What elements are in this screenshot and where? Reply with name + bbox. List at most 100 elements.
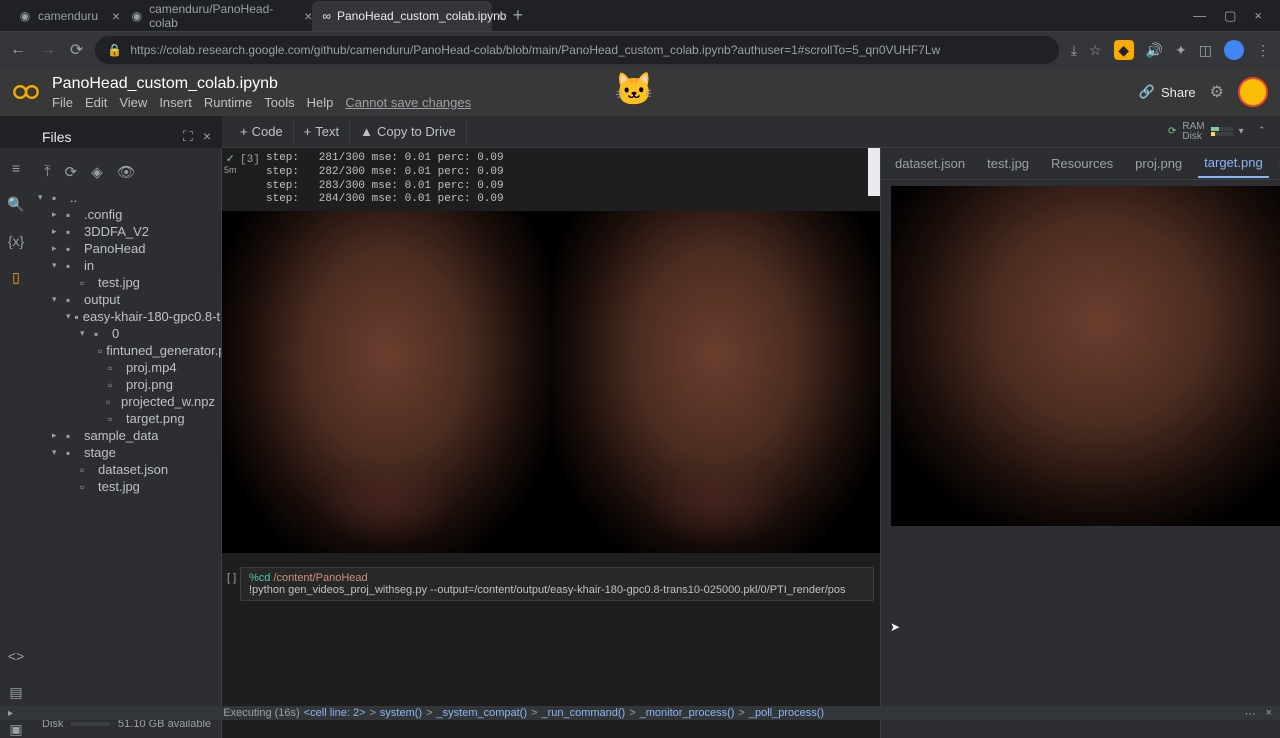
colab-logo-icon[interactable]: [12, 78, 40, 106]
colab-header: PanoHead_custom_colab.ipynb File Edit Vi…: [0, 68, 1280, 116]
tab-close-icon[interactable]: ×: [496, 8, 504, 24]
reload-icon[interactable]: ⟳: [70, 40, 83, 60]
browser-tab[interactable]: ◉ camenduru: [8, 1, 108, 31]
file-name: ..: [70, 190, 77, 205]
file-icon: ▫: [108, 378, 122, 392]
folder-row[interactable]: ▸▪3DDFA_V2: [32, 223, 221, 240]
folder-row[interactable]: ▾▪easy-khair-180-gpc0.8-trans10-...: [32, 308, 221, 325]
file-row[interactable]: ▫test.jpg: [32, 478, 221, 495]
maximize-icon[interactable]: ▢: [1224, 8, 1236, 24]
code-icon[interactable]: <>: [8, 648, 24, 664]
chevron-icon: ▸: [52, 226, 62, 237]
window-controls: — ▢ ×: [1193, 8, 1272, 24]
stack-crumb[interactable]: system(): [380, 707, 422, 719]
close-window-icon[interactable]: ×: [1254, 8, 1262, 24]
menu-view[interactable]: View: [119, 95, 147, 110]
file-row[interactable]: ▫dataset.json: [32, 461, 221, 478]
file-row[interactable]: ▫target.png: [32, 410, 221, 427]
upload-icon[interactable]: ⤒: [44, 163, 51, 181]
menu-help[interactable]: Help: [307, 95, 334, 110]
menu-icon[interactable]: ⋮: [1256, 42, 1270, 59]
file-row[interactable]: ▫proj.png: [32, 376, 221, 393]
variables-icon[interactable]: {x}: [8, 233, 24, 249]
files-tab-icon[interactable]: ▯: [12, 269, 20, 286]
tab-close-icon[interactable]: ×: [112, 8, 120, 24]
ram-disk-indicator[interactable]: ⟳ RAM Disk ▾: [1168, 122, 1252, 142]
browser-tab[interactable]: ◉ camenduru/PanoHead-colab: [120, 1, 300, 31]
folder-row[interactable]: ▾▪..: [32, 189, 221, 206]
folder-row[interactable]: ▸▪sample_data: [32, 427, 221, 444]
browser-tab[interactable]: ∞ PanoHead_custom_colab.ipynb: [312, 1, 492, 31]
terminal-icon[interactable]: ▤: [9, 684, 22, 701]
search-icon[interactable]: 🔍: [7, 196, 24, 213]
stack-crumb[interactable]: _poll_process(): [749, 707, 824, 719]
file-row[interactable]: ▫projected_w.npz: [32, 393, 221, 410]
notebook-title[interactable]: PanoHead_custom_colab.ipynb: [52, 75, 471, 93]
expand-panel-icon[interactable]: ⛶: [183, 128, 193, 145]
sound-icon[interactable]: 🔊: [1146, 42, 1163, 59]
status-close-icon[interactable]: ×: [1266, 707, 1272, 720]
toc-icon[interactable]: ≡: [12, 160, 20, 176]
folder-row[interactable]: ▾▪in: [32, 257, 221, 274]
stack-crumb[interactable]: _run_command(): [541, 707, 625, 719]
back-icon[interactable]: ←: [10, 41, 26, 59]
folder-row[interactable]: ▸▪.config: [32, 206, 221, 223]
side-panel-icon[interactable]: ◫: [1199, 42, 1212, 59]
file-tree[interactable]: ▾▪..▸▪.config▸▪3DDFA_V2▸▪PanoHead▾▪in▫te…: [32, 187, 221, 710]
preview-tab[interactable]: Resources: [1045, 150, 1119, 177]
chevron-down-icon[interactable]: ▾: [1239, 126, 1244, 137]
code-cell[interactable]: [ ] %cd /content/PanoHead !python gen_vi…: [240, 567, 874, 601]
stack-crumb[interactable]: <cell line: 2>: [304, 707, 366, 719]
preview-tab[interactable]: proj.png: [1129, 150, 1188, 177]
new-tab-button[interactable]: +: [513, 5, 524, 26]
menu-runtime[interactable]: Runtime: [204, 95, 252, 110]
collapse-icon[interactable]: ˆ: [1260, 124, 1264, 139]
file-row[interactable]: ▫fintuned_generator.pkl: [32, 342, 221, 359]
copy-to-drive-button[interactable]: ▲ Copy to Drive: [350, 120, 467, 143]
profile-avatar[interactable]: [1224, 40, 1244, 60]
folder-row[interactable]: ▾▪0: [32, 325, 221, 342]
preview-tab[interactable]: dataset.json: [889, 150, 971, 177]
user-avatar[interactable]: [1238, 77, 1268, 107]
cell-gutter[interactable]: ✓ 5m: [224, 152, 237, 175]
preview-tab[interactable]: target.png: [1198, 149, 1269, 178]
status-more-icon[interactable]: ⋯: [1245, 707, 1256, 720]
install-icon[interactable]: ⤓: [1071, 42, 1077, 59]
url-input[interactable]: 🔒 https://colab.research.google.com/gith…: [95, 36, 1058, 64]
share-button[interactable]: 🔗 Share: [1139, 84, 1196, 100]
forward-icon[interactable]: →: [40, 41, 56, 59]
left-rail: ≡ 🔍 {x} ▯ <> ▤ ▣: [0, 148, 32, 738]
expand-status-icon[interactable]: ▸: [8, 708, 13, 719]
shell-icon[interactable]: ▣: [9, 721, 22, 738]
folder-row[interactable]: ▾▪stage: [32, 444, 221, 461]
mount-drive-icon[interactable]: ◈: [91, 163, 103, 181]
refresh-icon[interactable]: ⟳: [65, 163, 78, 181]
file-name: stage: [84, 445, 116, 460]
folder-row[interactable]: ▾▪output: [32, 291, 221, 308]
scrollbar-thumb[interactable]: [868, 148, 880, 196]
toggle-hidden-icon[interactable]: 👁: [117, 163, 136, 181]
file-row[interactable]: ▫test.jpg: [32, 274, 221, 291]
github-icon: ◉: [130, 9, 143, 23]
minimize-icon[interactable]: —: [1193, 8, 1206, 24]
menu-insert[interactable]: Insert: [159, 95, 192, 110]
menu-tools[interactable]: Tools: [264, 95, 294, 110]
stack-crumb[interactable]: _system_compat(): [437, 707, 527, 719]
add-code-button[interactable]: + Code: [230, 120, 294, 143]
gear-icon[interactable]: ⚙: [1210, 82, 1224, 102]
stack-crumb[interactable]: _monitor_process(): [640, 707, 735, 719]
disk-bar: [1211, 132, 1233, 136]
bookmark-icon[interactable]: ☆: [1089, 42, 1102, 59]
close-panel-icon[interactable]: ×: [203, 128, 211, 145]
preview-tab[interactable]: test.jpg: [981, 150, 1035, 177]
menu-file[interactable]: File: [52, 95, 73, 110]
extensions-icon[interactable]: ✦: [1175, 42, 1187, 59]
generated-face-image: [551, 211, 880, 553]
menu-edit[interactable]: Edit: [85, 95, 107, 110]
extension-icon[interactable]: ◆: [1114, 40, 1134, 60]
file-name: fintuned_generator.pkl: [106, 343, 221, 358]
file-row[interactable]: ▫proj.mp4: [32, 359, 221, 376]
folder-row[interactable]: ▸▪PanoHead: [32, 240, 221, 257]
add-text-button[interactable]: + Text: [294, 120, 350, 143]
tab-close-icon[interactable]: ×: [304, 8, 312, 24]
